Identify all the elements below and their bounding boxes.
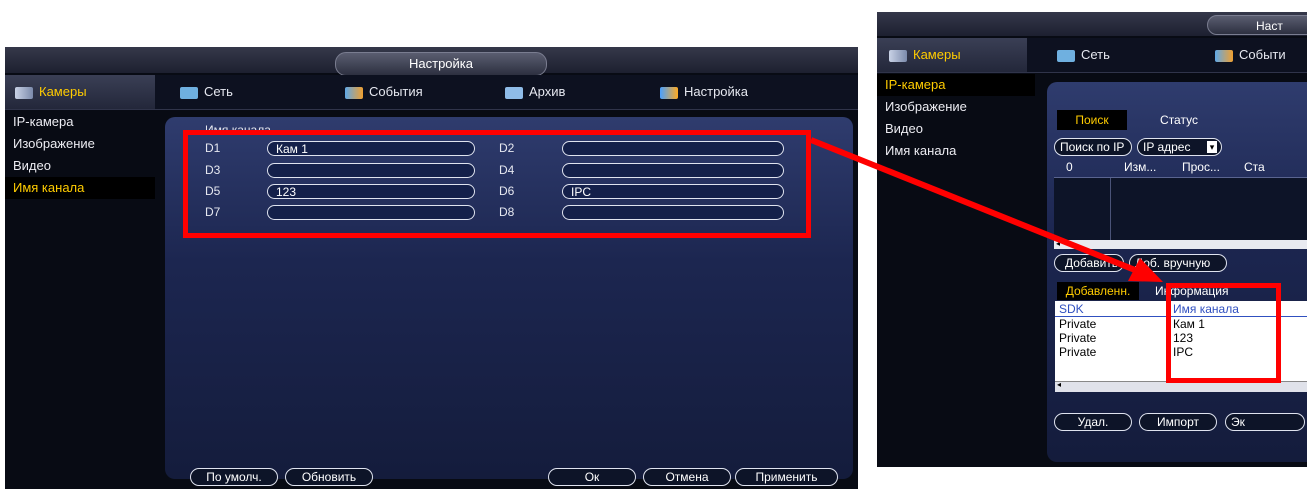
arrow-line — [809, 137, 1152, 279]
arrow-annotation — [809, 137, 1163, 282]
